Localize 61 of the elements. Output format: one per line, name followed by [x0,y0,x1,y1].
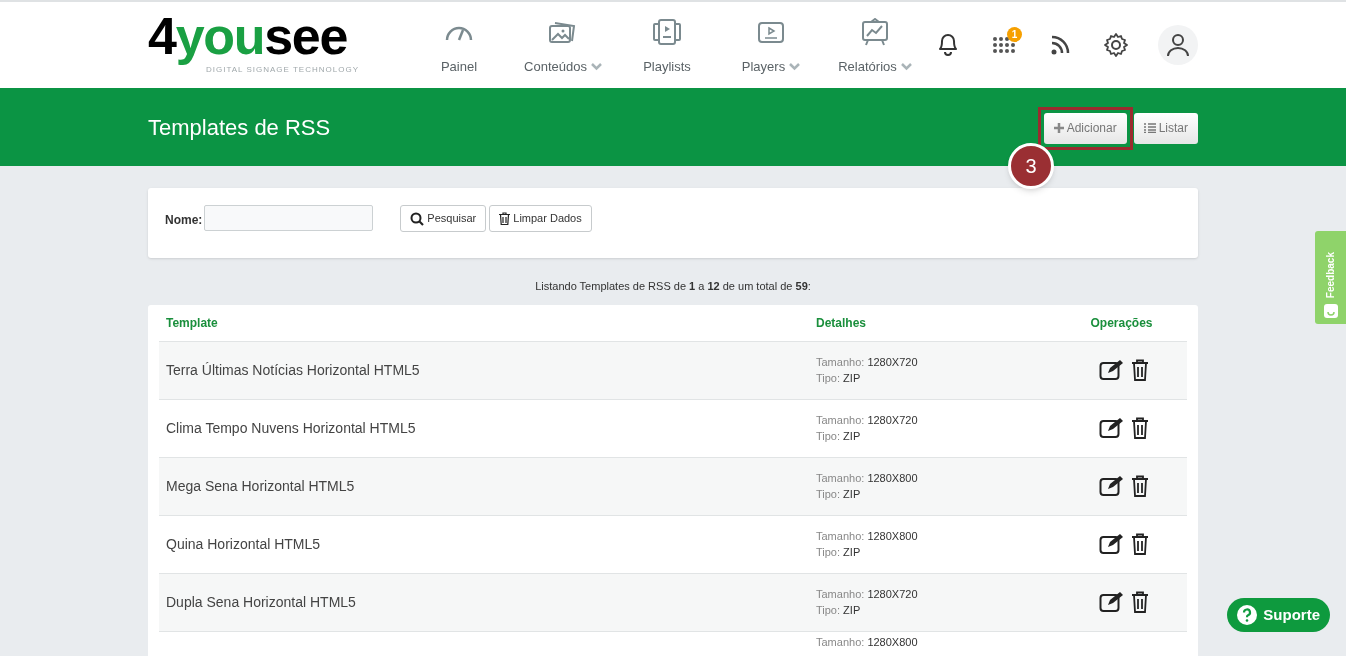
list-icon [1143,123,1156,133]
user-button[interactable] [1158,25,1198,65]
chat-icon [1323,304,1338,318]
search-icon [410,211,425,226]
edit-icon[interactable] [1098,533,1125,555]
table-cell-text: Tipo: ZIP [816,603,861,618]
user-icon [1166,33,1190,57]
chart-icon [862,18,888,47]
table-cell: Quina Horizontal HTML5 [166,536,321,552]
table-cell-text: Tipo: ZIP [816,545,861,560]
gear-button[interactable] [1102,31,1130,59]
bell-icon [936,33,960,57]
delete-icon[interactable] [1130,591,1149,613]
edit-icon[interactable] [1098,417,1125,439]
table-cell: Dupla Sena Horizontal HTML5 [166,594,356,610]
step-callout: 3 [1008,143,1054,189]
table-cell-text: Tipo: ZIP [816,429,861,444]
table-cell: Terra Últimas Notícias Horizontal HTML5 [166,362,420,378]
plus-icon [1053,123,1064,133]
table-cell: Mega Sena Horizontal HTML5 [166,478,355,494]
player-icon [758,21,784,43]
table-cell: Clima Tempo Nuvens Horizontal HTML5 [166,420,416,436]
edit-icon[interactable] [1098,591,1125,613]
column-header: Template [165,314,219,332]
nav-item[interactable]: Players [720,13,822,77]
playlist-icon [653,19,681,46]
table-cell-text: Tamanho: 1280X720 [816,355,918,370]
input-field[interactable] [204,205,374,231]
nav-item[interactable]: Conteúdos [512,13,614,77]
trash-icon [499,212,511,225]
table-cell-text: Tamanho: 1280X720 [816,587,918,602]
help-icon [1237,605,1258,625]
delete-icon[interactable] [1130,533,1149,555]
table-cell-text: Tipo: ZIP [816,371,861,386]
column-header: Detalhes [816,314,868,332]
table-cell-text: Tipo: ZIP [816,487,861,502]
gear-icon [1104,33,1128,57]
nav-item[interactable]: Painel [408,13,510,77]
edit-icon[interactable] [1098,359,1125,381]
notification-badge: 1 [1007,27,1022,42]
nav-item[interactable]: Relatórios [824,13,926,77]
page-title: Templates de RSS [148,113,331,142]
column-header: Operações [1089,314,1154,332]
table-cell-text: Tamanho: 1280X720 [816,413,918,428]
clear-button[interactable]: Limpar Dados [489,205,592,232]
edit-icon[interactable] [1098,475,1125,497]
table-cell-text: Tamanho: 1280X800 [816,471,918,486]
delete-icon[interactable] [1130,417,1149,439]
listing-summary: Listando Templates de RSS de 1 a 12 de um total de 59: [534,279,812,294]
table-cell-text: Tamanho: 1280X800 [816,529,918,544]
search-button[interactable]: Pesquisar [400,205,487,232]
list-button[interactable]: Listar [1133,112,1198,144]
add-button[interactable]: Adicionar [1043,112,1127,144]
delete-icon[interactable] [1130,359,1149,381]
field-label: Nome: [165,212,203,229]
support-button[interactable]: Suporte [1227,598,1330,632]
table-cell-text: Tamanho: 1280X800 [816,634,918,650]
nav-item[interactable]: Playlists [616,13,718,77]
images-icon [549,21,577,44]
logo[interactable]: 4yousee DIGITAL SIGNAGE TECHNOLOGY [148,14,398,76]
delete-icon[interactable] [1130,475,1149,497]
